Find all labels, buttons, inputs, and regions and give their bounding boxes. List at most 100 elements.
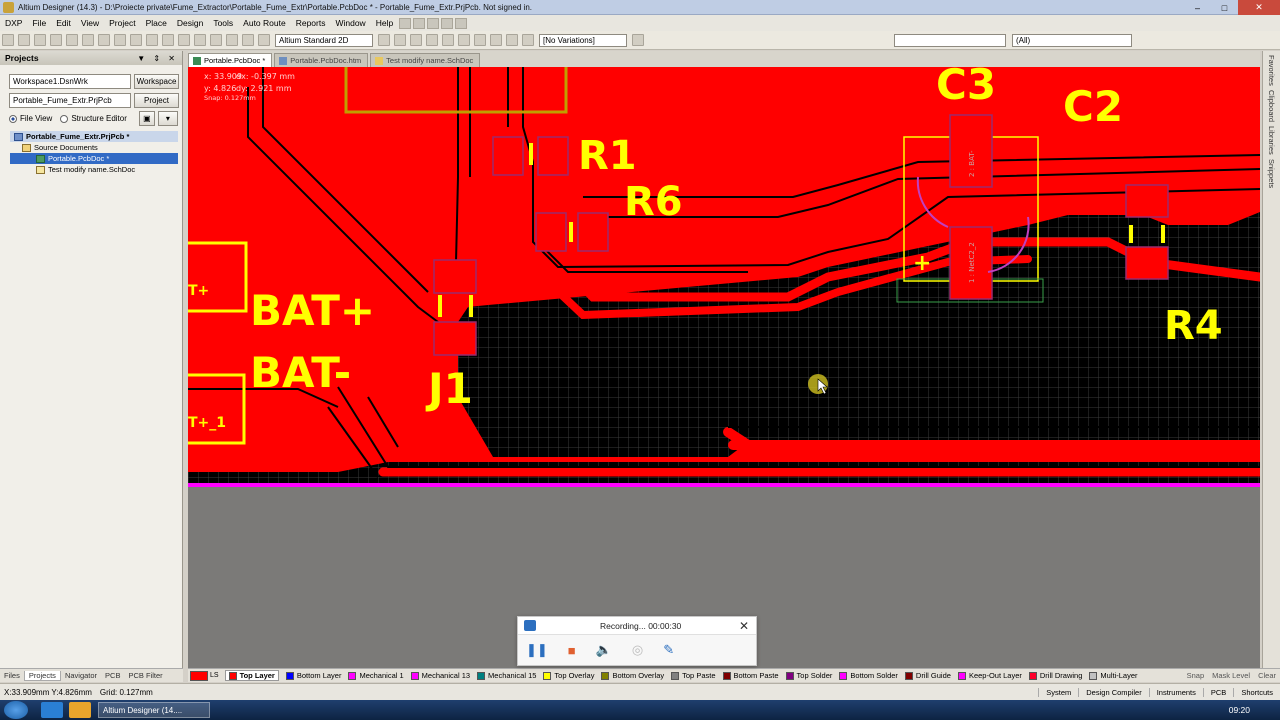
pencil-icon[interactable] [258,34,270,46]
arc-icon[interactable] [458,34,470,46]
libraries-tab[interactable]: Libraries [1267,126,1276,155]
zoom-area-icon[interactable] [98,34,110,46]
menu-tools[interactable]: Tools [208,18,238,28]
interactive-route-icon[interactable] [378,34,390,46]
cut-icon[interactable] [130,34,142,46]
layer-tab-mechanical-15[interactable]: Mechanical 15 [477,671,536,680]
undo-icon[interactable] [226,34,238,46]
tab-projects[interactable]: Projects [23,670,61,681]
menu-project[interactable]: Project [104,18,140,28]
print-icon[interactable] [50,34,62,46]
select-tool-icon[interactable] [427,17,440,29]
deselect-icon[interactable] [210,34,222,46]
variations-select[interactable]: [No Variations] [539,33,627,47]
pcb-canvas[interactable]: + C3 C2 R1 R6 R4 J1 BAT+ BAT- T+ T+_1 2 … [188,67,1260,668]
workspace-combo[interactable]: Workspace1.DsnWrk [9,74,131,89]
file-view-radio[interactable] [9,114,17,123]
menu-window[interactable]: Window [330,18,370,28]
layer-tab-bottom-paste[interactable]: Bottom Paste [722,671,779,680]
menu-help[interactable]: Help [371,18,398,28]
maximize-button[interactable]: □ [1211,0,1238,15]
polygon-icon[interactable] [490,34,502,46]
tree-project-node[interactable]: Portable_Fume_Extr.PrjPcb * [10,131,178,142]
layer-set-icon[interactable]: LS [210,672,219,679]
workspace-button[interactable]: Workspace [134,74,179,89]
tab-files[interactable]: Files [0,671,24,680]
layer-tab-drill-guide[interactable]: Drill Guide [904,671,951,680]
move-icon[interactable] [194,34,206,46]
start-button[interactable] [4,701,28,719]
zoom-in-icon[interactable] [66,34,78,46]
pause-icon[interactable]: ❚❚ [526,642,548,658]
explorer-icon[interactable] [69,702,91,718]
panel-options-button[interactable]: ▾ [157,111,178,126]
snippets-tab[interactable]: Snippets [1267,159,1276,188]
layer-tab-bottom-overlay[interactable]: Bottom Overlay [601,671,664,680]
menu-reports[interactable]: Reports [291,18,331,28]
open-icon[interactable] [18,34,30,46]
fill-icon[interactable] [474,34,486,46]
status-shortcuts-button[interactable]: Shortcuts [1233,687,1280,697]
layer-tab-drill-drawing[interactable]: Drill Drawing [1028,671,1082,680]
paste-icon[interactable] [162,34,174,46]
new-icon[interactable] [2,34,14,46]
project-combo[interactable]: Portable_Fume_Extr.PrjPcb [9,93,131,108]
tree-file-pcbdoc[interactable]: Portable.PcbDoc * [10,153,178,164]
layer-link-mask-level[interactable]: Mask Level [1212,671,1250,680]
layer-tab-top-overlay[interactable]: Top Overlay [543,671,594,680]
layer-tab-keep-out-layer[interactable]: Keep-Out Layer [957,671,1022,680]
menu-place[interactable]: Place [141,18,172,28]
clipboard-tab[interactable]: Clipboard [1267,90,1276,122]
menu-design[interactable]: Design [172,18,208,28]
menu-auto-route[interactable]: Auto Route [238,18,291,28]
status-design-compiler-button[interactable]: Design Compiler [1078,687,1148,697]
structure-editor-radio[interactable] [60,114,69,123]
pen-icon[interactable]: ✎ [663,642,674,658]
layer-tab-mechanical-1[interactable]: Mechanical 1 [348,671,404,680]
via-icon[interactable] [426,34,438,46]
component-icon[interactable] [522,34,534,46]
layer-tab-top-paste[interactable]: Top Paste [671,671,716,680]
all-filter-select[interactable]: (All) [1012,33,1132,47]
tree-file-schdoc[interactable]: Test modify name.SchDoc [10,164,178,175]
current-layer-swatch[interactable] [190,670,208,681]
status-instruments-button[interactable]: Instruments [1148,687,1203,697]
doc-tab-schdoc[interactable]: Test modify name.SchDoc [370,53,481,67]
tab-navigator[interactable]: Navigator [61,671,101,680]
recorder-close-button[interactable]: ✕ [739,619,749,633]
grid-tool-icon[interactable] [455,17,468,29]
variant-manager-icon[interactable] [632,34,644,46]
multi-route-icon[interactable] [410,34,422,46]
menu-dxp[interactable]: DXP [0,18,27,28]
taskbar-altium-button[interactable]: Altium Designer (14.... [98,702,210,718]
mute-icon[interactable]: 🔈 [596,642,612,658]
favorites-tab[interactable]: Favorites [1267,55,1276,86]
copy-icon[interactable] [146,34,158,46]
redo-icon[interactable] [242,34,254,46]
save-icon[interactable] [34,34,46,46]
filter-select[interactable] [894,33,1006,47]
tab-pcb-filter[interactable]: PCB Filter [124,671,166,680]
panel-controls-icon[interactable]: ▼ ⇕ ✕ [137,54,178,63]
doc-tab-htm[interactable]: Portable.PcbDoc.htm [274,53,369,67]
doc-tab-pcbdoc[interactable]: Portable.PcbDoc * [188,53,273,67]
pcb-drawing[interactable]: + C3 C2 R1 R6 R4 J1 BAT+ BAT- T+ T+_1 2 … [188,67,1260,668]
layer-tab-mechanical-13[interactable]: Mechanical 13 [410,671,470,680]
layer-tab-top-layer[interactable]: Top Layer [224,670,279,681]
route-tool-icon[interactable] [399,17,412,29]
close-window-button[interactable]: ✕ [1238,0,1280,15]
panel-tool-button[interactable]: ▣ [138,111,155,126]
project-button[interactable]: Project [134,93,179,108]
select-area-icon[interactable] [178,34,190,46]
layer-tab-multi-layer[interactable]: Multi-Layer [1089,671,1138,680]
layer-tab-bottom-layer[interactable]: Bottom Layer [285,671,341,680]
diff-pair-icon[interactable] [394,34,406,46]
layer-link-snap[interactable]: Snap [1187,671,1205,680]
zoom-out-icon[interactable] [82,34,94,46]
menu-file[interactable]: File [27,18,51,28]
arrange-tool-icon[interactable] [441,17,454,29]
zoom-fit-icon[interactable] [114,34,126,46]
align-tool-icon[interactable] [413,17,426,29]
minimize-button[interactable]: – [1184,0,1211,15]
stop-icon[interactable]: ■ [568,643,576,658]
